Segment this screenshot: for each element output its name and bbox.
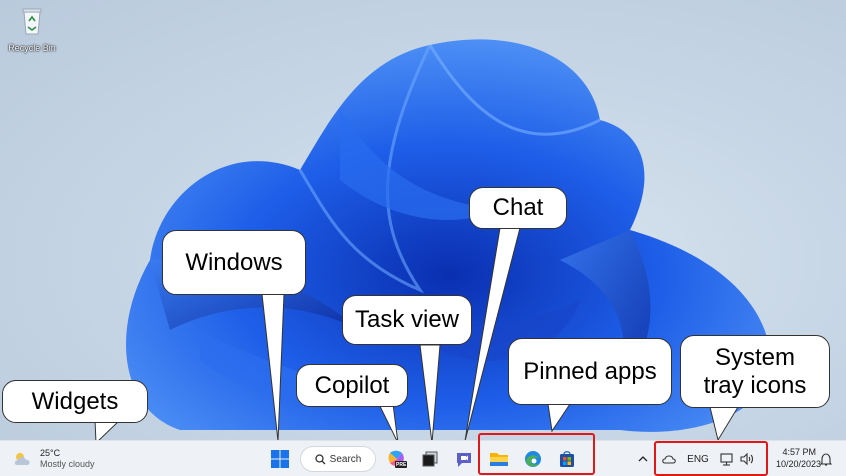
callout-widgets-text: Widgets <box>31 387 119 415</box>
callout-system-tray-line1: System <box>714 343 795 371</box>
callout-pinned-apps: Pinned apps <box>508 338 672 405</box>
callout-pinned-apps-text: Pinned apps <box>523 357 657 385</box>
search-icon <box>315 453 326 464</box>
search-label: Search <box>329 453 362 465</box>
callout-system-tray: System tray icons <box>680 335 830 408</box>
chevron-up-icon <box>638 456 648 462</box>
recycle-bin-label: Recycle Bin <box>8 43 56 53</box>
notification-bell-icon <box>820 452 832 466</box>
callout-task-view: Task view <box>342 295 472 345</box>
file-explorer-button[interactable] <box>488 448 510 470</box>
callout-windows: Windows <box>162 230 306 295</box>
edge-button[interactable] <box>522 448 544 470</box>
onedrive-button[interactable] <box>660 449 678 469</box>
network-icon <box>720 452 733 466</box>
taskbar: 25°C Mostly cloudy Search PRE ENG 4:57 P… <box>0 433 846 476</box>
task-view-button[interactable] <box>420 449 440 469</box>
search-box[interactable]: Search <box>300 446 376 472</box>
recycle-bin-icon <box>22 8 42 35</box>
callout-copilot: Copilot <box>296 364 408 407</box>
file-explorer-icon <box>490 453 508 466</box>
weather-description: Mostly cloudy <box>40 459 95 469</box>
recycle-bin-shortcut[interactable]: Recycle Bin <box>4 4 60 53</box>
windows-start-icon <box>271 450 289 468</box>
microsoft-store-icon <box>560 451 574 467</box>
microsoft-store-button[interactable] <box>556 448 578 470</box>
callout-system-tray-line2: tray icons <box>703 371 807 399</box>
chat-button[interactable] <box>453 448 475 470</box>
weather-temperature: 25°C <box>40 448 61 458</box>
callout-chat-text: Chat <box>492 194 544 221</box>
clock-time: 4:57 PM <box>782 447 816 457</box>
edge-icon <box>525 451 541 467</box>
volume-button[interactable] <box>738 449 756 469</box>
copilot-button[interactable]: PRE <box>386 448 408 470</box>
callout-chat: Chat <box>469 187 567 229</box>
show-hidden-icons-button[interactable] <box>635 449 651 469</box>
network-button[interactable] <box>718 449 736 469</box>
task-view-icon <box>422 451 438 467</box>
language-indicator[interactable]: ENG <box>686 451 710 467</box>
chat-icon <box>457 453 471 467</box>
clock-date: 10/20/2023 <box>776 459 822 469</box>
widgets-weather-button[interactable]: 25°C Mostly cloudy <box>12 445 95 473</box>
volume-icon <box>739 453 753 465</box>
start-button[interactable] <box>268 447 292 471</box>
copilot-pre-badge: PRE <box>396 462 407 468</box>
notifications-button[interactable] <box>818 449 834 469</box>
callout-copilot-text: Copilot <box>314 371 390 399</box>
callout-widgets: Widgets <box>2 380 148 423</box>
callout-windows-text: Windows <box>185 248 283 276</box>
onedrive-cloud-icon <box>662 455 676 464</box>
weather-cloud-icon <box>14 453 30 465</box>
callout-task-view-text: Task view <box>354 306 460 333</box>
clock[interactable]: 4:57 PM 10/20/2023 <box>776 446 822 470</box>
